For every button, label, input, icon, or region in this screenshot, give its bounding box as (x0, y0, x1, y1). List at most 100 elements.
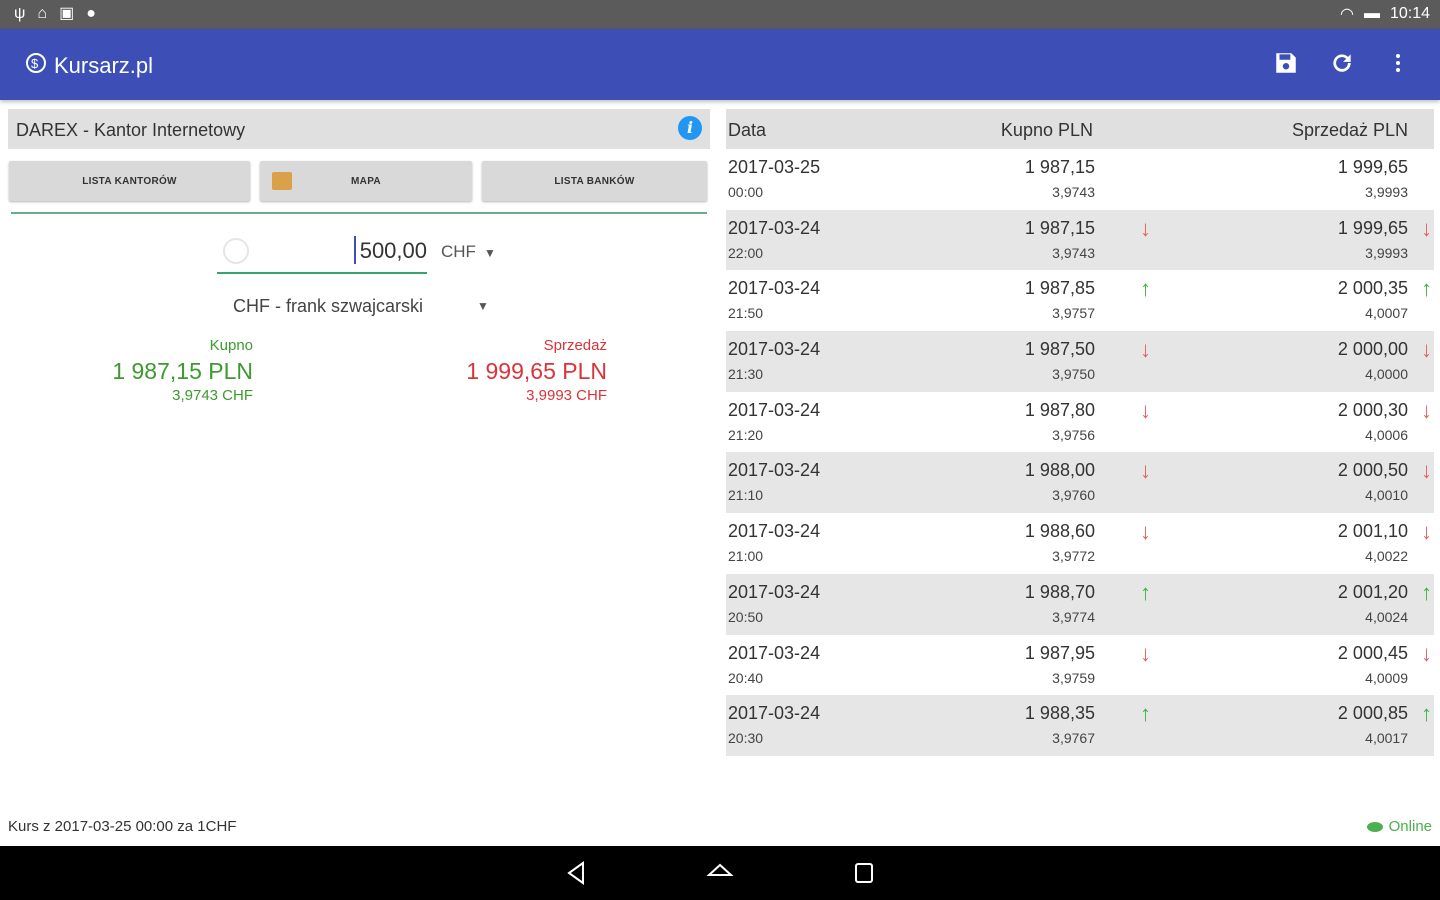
table-row[interactable]: 2017-03-24 20:50 1 988,70 3,9774 2 001,20 4,0… (726, 573, 1434, 635)
kupno-result: Kupno 1 987,15 PLN 3,9743 CHF (100, 336, 253, 406)
table-row[interactable]: 2017-03-24 21:30 1 987,50 3,9750 2 000,00 4,0… (726, 331, 1434, 392)
row-time: 21:50 (728, 305, 764, 322)
lista-kantorow-button[interactable]: LISTA KANTORÓW (9, 161, 250, 201)
kupno-value: 1 987,15 PLN (112, 358, 253, 384)
online-status: Online (1366, 818, 1432, 835)
row-time: 20:50 (728, 608, 764, 625)
info-icon[interactable]: i (678, 116, 702, 140)
back-icon[interactable] (563, 860, 591, 886)
converter-panel: DAREX - Kantor Internetowy i LISTA KANTO… (0, 100, 716, 800)
arrow-down-icon: ↓ (1140, 397, 1151, 423)
row-sprzedaz-rate: 4,0024 (1365, 608, 1408, 625)
row-time: 22:00 (728, 244, 764, 261)
row-kupno: 1 987,15 (1024, 157, 1095, 177)
mapa-label: MAPA (351, 175, 381, 187)
recents-icon[interactable] (850, 860, 878, 886)
divider (11, 212, 707, 214)
app-bar-actions (1270, 47, 1414, 79)
currency-select[interactable]: CHF - frank szwajcarski (233, 296, 423, 317)
app-title: $ Kursarz.pl (24, 51, 153, 81)
app-logo-icon: $ (24, 51, 48, 81)
chevron-down-icon[interactable]: ▼ (477, 299, 489, 313)
more-vert-icon[interactable] (1382, 47, 1414, 79)
row-sprzedaz-rate: 3,9993 (1365, 184, 1408, 200)
row-sprzedaz: 2 000,00 (1337, 339, 1408, 360)
row-time: 21:00 (728, 548, 764, 565)
lista-kantorow-label: LISTA KANTORÓW (82, 175, 177, 187)
refresh-icon[interactable] (1326, 47, 1358, 79)
table-row[interactable]: 2017-03-24 20:40 1 987,95 3,9759 2 000,45 4,0… (726, 635, 1434, 696)
row-date: 2017-03-24 (728, 399, 821, 420)
row-sprzedaz-rate: 4,0000 (1365, 366, 1408, 383)
map-icon (272, 172, 292, 190)
row-sprzedaz-rate: 4,0006 (1365, 426, 1408, 443)
arrow-up-icon: ↑ (1421, 579, 1432, 605)
row-kupno: 1 987,85 (1024, 278, 1095, 299)
currency-full-name: CHF - frank szwajcarski (233, 296, 424, 316)
row-sprzedaz: 2 000,85 (1337, 703, 1408, 724)
row-date: 2017-03-24 (728, 581, 821, 602)
row-sprzedaz-rate: 4,0017 (1365, 730, 1408, 747)
screenshot-icon: ▣ (59, 5, 75, 22)
row-time: 20:40 (728, 669, 764, 686)
row-sprzedaz: 1 999,65 (1337, 217, 1408, 238)
mapa-button[interactable]: MAPA (260, 161, 472, 201)
row-time: 00:00 (728, 184, 764, 200)
row-kupno: 1 988,60 (1024, 521, 1095, 542)
row-kupno-rate: 3,9756 (1052, 426, 1095, 443)
status-icons-left: ψ ⌂ ▣ ● (14, 5, 96, 23)
clear-icon[interactable] (223, 238, 249, 264)
table-row[interactable]: 2017-03-24 21:50 1 987,85 3,9757 2 000,35 4,0… (726, 270, 1434, 331)
save-icon[interactable] (1270, 47, 1302, 79)
chevron-down-icon: ▼ (483, 246, 496, 260)
arrow-down-icon: ↓ (1421, 397, 1432, 423)
header-data: Data (728, 120, 767, 140)
lista-bankow-button[interactable]: LISTA BANKÓW (482, 161, 707, 201)
amount-input[interactable]: 500,00 (217, 228, 427, 274)
row-kupno-rate: 3,9767 (1052, 730, 1095, 747)
row-sprzedaz-rate: 4,0022 (1365, 548, 1408, 565)
row-kupno-rate: 3,9774 (1052, 608, 1095, 625)
app-bar: $ Kursarz.pl (0, 29, 1440, 100)
arrow-down-icon: ↓ (1140, 519, 1151, 545)
sprzedaz-label: Sprzedaż (543, 337, 607, 354)
row-kupno-rate: 3,9759 (1052, 669, 1095, 686)
row-sprzedaz: 2 000,45 (1337, 642, 1408, 663)
home-nav-icon[interactable] (706, 860, 734, 886)
row-date: 2017-03-24 (728, 521, 821, 542)
table-row[interactable]: 2017-03-24 21:20 1 987,80 3,9756 2 000,30 4,0… (726, 392, 1434, 453)
table-body: 2017-03-25 00:00 1 987,15 3,9743 1 999,65 3,9… (726, 149, 1434, 756)
arrow-up-icon: ↑ (1421, 701, 1432, 727)
kupno-rate: 3,9743 CHF (172, 387, 253, 404)
status-icons-right: ◠ ▬ 10:14 (1340, 4, 1430, 24)
app-title-text: Kursarz.pl (54, 53, 154, 78)
table-row[interactable]: 2017-03-24 21:10 1 988,00 3,9760 2 000,50 4,0… (726, 452, 1434, 514)
table-row[interactable]: 2017-03-24 21:00 1 988,60 3,9772 2 001,10 4,0… (726, 513, 1434, 574)
arrow-down-icon: ↓ (1421, 519, 1432, 545)
row-kupno: 1 987,50 (1024, 339, 1095, 360)
row-kupno: 1 988,70 (1024, 581, 1095, 602)
table-row[interactable]: 2017-03-25 00:00 1 987,15 3,9743 1 999,65 3,9… (726, 149, 1434, 210)
row-time: 21:10 (728, 487, 764, 504)
home-icon: ⌂ (37, 5, 48, 22)
kantor-header[interactable]: DAREX - Kantor Internetowy i (8, 109, 710, 149)
arrow-up-icon: ↑ (1140, 701, 1151, 727)
navigation-bar (0, 846, 1440, 900)
rates-table: Data Kupno PLN Sprzedaż PLN 2017-03-25 00… (726, 109, 1434, 756)
arrow-down-icon: ↓ (1140, 640, 1151, 666)
row-date: 2017-03-24 (728, 339, 821, 360)
status-bar: ψ ⌂ ▣ ● ◠ ▬ 10:14 (0, 0, 1440, 29)
row-kupno-rate: 3,9750 (1052, 366, 1095, 383)
arrow-up-icon: ↑ (1140, 579, 1151, 605)
table-row[interactable]: 2017-03-24 20:30 1 988,35 3,9767 2 000,85 4,0… (726, 695, 1434, 756)
table-row[interactable]: 2017-03-24 22:00 1 987,15 3,9743 1 999,65 3,9… (726, 209, 1434, 271)
arrow-down-icon: ↓ (1421, 640, 1432, 666)
wifi-icon: ◠ (1339, 6, 1354, 23)
row-kupno: 1 988,35 (1024, 703, 1095, 724)
sprzedaz-rate: 3,9993 CHF (526, 387, 607, 404)
currency-code-select[interactable]: CHF ▼ (441, 242, 496, 262)
row-sprzedaz: 1 999,65 (1337, 157, 1408, 177)
row-date: 2017-03-25 (728, 157, 821, 177)
row-date: 2017-03-24 (728, 642, 821, 663)
kupno-label: Kupno (209, 337, 253, 354)
